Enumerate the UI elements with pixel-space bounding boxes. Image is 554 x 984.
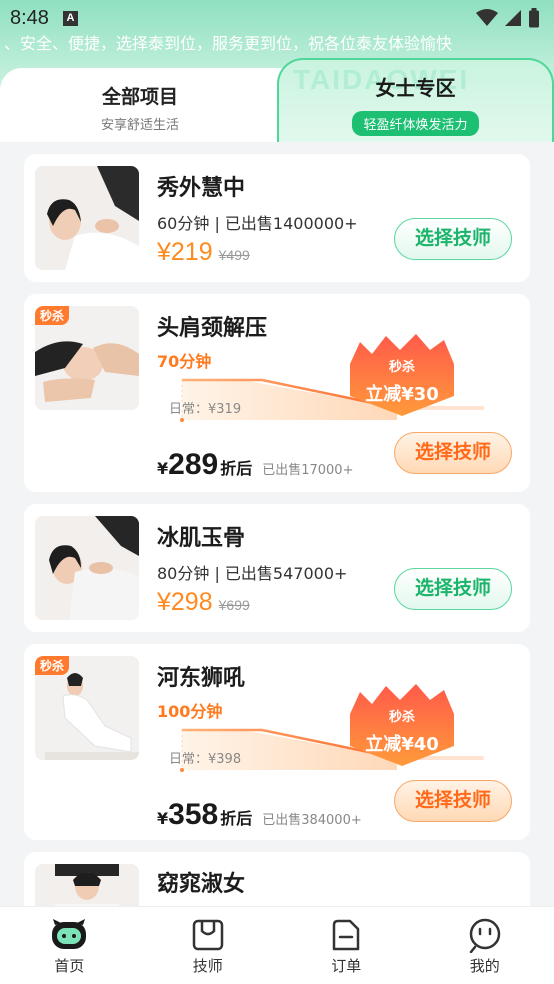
flash-label: 秒杀 xyxy=(388,710,415,725)
service-title: 窈窕淑女 xyxy=(157,872,246,897)
service-duration: 70分钟 xyxy=(157,352,212,371)
wifi-icon xyxy=(476,9,498,26)
signal-icon xyxy=(505,10,521,26)
final-price-currency: ¥ xyxy=(157,809,169,828)
flash-label: 秒杀 xyxy=(388,360,415,375)
tab-technician[interactable]: 技师 xyxy=(139,907,278,984)
profile-icon xyxy=(469,918,500,953)
final-price: 358 xyxy=(168,798,219,831)
service-price: ¥298 xyxy=(157,588,213,616)
regular-price: 日常：¥398 xyxy=(169,752,242,767)
battery-icon xyxy=(529,8,539,28)
bottom-tab-bar: 首页 技师 订单 我的 xyxy=(0,906,554,984)
tab-label: 技师 xyxy=(192,957,223,975)
select-technician-button[interactable]: 选择技师 xyxy=(394,568,512,610)
service-thumbnail: 秒杀 xyxy=(35,306,139,410)
service-title: 秀外慧中 xyxy=(157,176,246,201)
flash-discount: 立减¥30 xyxy=(365,384,439,405)
service-card-flash[interactable]: 秒杀 头肩颈解压 70分钟 日常：¥319 秒杀 立减¥30 ¥ 289 折后 xyxy=(24,294,530,492)
service-meta: 60分钟 | 已出售1400000+ xyxy=(157,214,358,233)
category-tabs: 全部项目 安享舒适生活 TAIDAOWEI 女士专区 轻盈纤体焕发活力 xyxy=(0,58,554,154)
tab-all-title: 全部项目 xyxy=(101,86,178,108)
final-price: 289 xyxy=(168,448,219,481)
service-card[interactable]: 冰肌玉骨 80分钟 | 已出售547000+ ¥298 ¥699 选择技师 xyxy=(24,504,530,632)
tab-women-title: 女士专区 xyxy=(375,76,456,100)
tab-home[interactable]: 首页 xyxy=(0,907,139,984)
flash-discount: 立减¥40 xyxy=(365,734,439,755)
final-price-suffix: 折后 xyxy=(220,809,253,828)
sold-count: 已出售17000+ xyxy=(262,463,354,478)
price-row: ¥219 ¥499 xyxy=(157,238,250,267)
price-row: ¥298 ¥699 xyxy=(157,588,250,617)
tab-label: 订单 xyxy=(331,957,362,975)
final-price-row: ¥ 289 折后 已出售17000+ xyxy=(157,448,353,482)
announcement-marquee: 、安全、便捷，选择泰到位，服务更到位，祝各位泰友体验愉快 xyxy=(4,34,453,53)
service-meta: 80分钟 | 已出售547000+ xyxy=(157,564,348,583)
regular-price: 日常：¥319 xyxy=(169,402,242,417)
service-thumbnail: 秒杀 xyxy=(35,656,139,760)
service-thumbnail xyxy=(35,516,139,620)
service-title: 冰肌玉骨 xyxy=(157,526,246,551)
select-technician-button[interactable]: 选择技师 xyxy=(394,780,512,822)
tab-women-subtitle: 轻盈纤体焕发活力 xyxy=(352,111,479,136)
final-price-row: ¥ 358 折后 已出售384000+ xyxy=(157,798,362,832)
final-price-currency: ¥ xyxy=(157,459,169,478)
tab-label: 我的 xyxy=(469,957,500,975)
service-title: 河东狮吼 xyxy=(157,666,246,691)
service-list: 秀外慧中 60分钟 | 已出售1400000+ ¥219 ¥499 选择技师 秒… xyxy=(0,142,554,932)
flash-sale-tag: 秒杀 xyxy=(35,306,70,325)
flash-sale-tag: 秒杀 xyxy=(35,656,70,675)
service-original-price: ¥699 xyxy=(218,597,250,613)
service-original-price: ¥499 xyxy=(218,247,250,263)
order-icon xyxy=(333,919,360,951)
final-price-suffix: 折后 xyxy=(220,459,253,478)
tab-all-subtitle: 安享舒适生活 xyxy=(100,118,179,133)
sold-count: 已出售384000+ xyxy=(262,813,362,828)
service-card-flash[interactable]: 秒杀 河东狮吼 100分钟 日常：¥398 秒杀 立减¥40 ¥ 358 折后 xyxy=(24,644,530,840)
service-duration: 100分钟 xyxy=(157,702,223,721)
home-mascot-icon xyxy=(52,919,87,949)
tab-orders[interactable]: 订单 xyxy=(277,907,416,984)
select-technician-button[interactable]: 选择技师 xyxy=(394,432,512,474)
technician-icon xyxy=(192,919,223,951)
tab-women-zone[interactable]: TAIDAOWEI 女士专区 轻盈纤体焕发活力 xyxy=(277,58,554,154)
service-thumbnail xyxy=(35,166,139,270)
tab-label: 首页 xyxy=(54,957,85,975)
status-time: 8:48 xyxy=(10,6,49,29)
service-title: 头肩颈解压 xyxy=(157,316,268,341)
service-card[interactable]: 秀外慧中 60分钟 | 已出售1400000+ ¥219 ¥499 选择技师 xyxy=(24,154,530,282)
notification-icon: A xyxy=(62,10,78,26)
select-technician-button[interactable]: 选择技师 xyxy=(394,218,512,260)
service-price: ¥219 xyxy=(157,238,213,266)
tab-profile[interactable]: 我的 xyxy=(416,907,554,984)
